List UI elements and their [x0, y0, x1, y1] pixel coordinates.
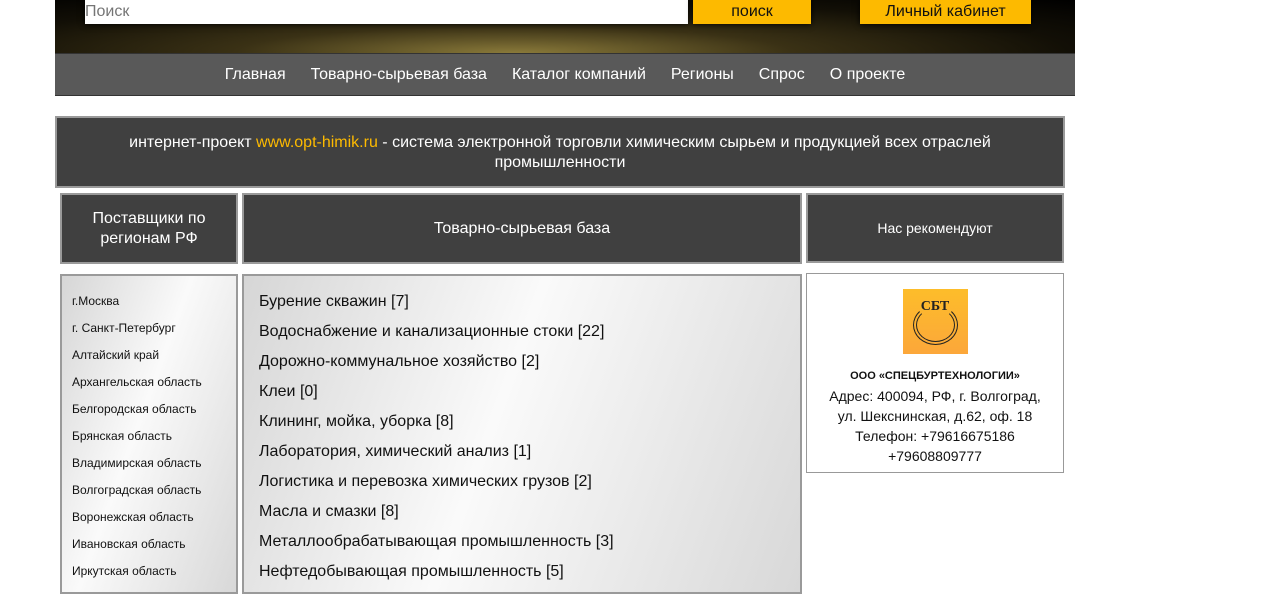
regions-header: Поставщики по регионам РФ — [60, 193, 238, 264]
region-item[interactable]: Брянская область — [62, 423, 236, 450]
company-phone-2: +79608809777 — [888, 448, 982, 464]
region-item[interactable]: Белгородская область — [62, 396, 236, 423]
company-phone-1: Телефон: +79616675186 — [855, 428, 1015, 444]
region-item[interactable]: Алтайский край — [62, 342, 236, 369]
category-item[interactable]: Клеи [0] — [244, 377, 800, 407]
company-logo[interactable]: СБТ — [902, 289, 968, 354]
search-button[interactable]: поиск — [693, 0, 811, 24]
region-item[interactable]: Воронежская область — [62, 504, 236, 531]
main-nav: Главная Товарно-сырьевая база Каталог ко… — [55, 53, 1075, 96]
nav-commodity-base[interactable]: Товарно-сырьевая база — [311, 66, 487, 84]
catalog-header: Товарно-сырьевая база — [242, 193, 802, 264]
company-address-1: Адрес: 400094, РФ, г. Волгоград, — [829, 388, 1041, 404]
category-item[interactable]: Водоснабжение и канализационные стоки [2… — [244, 317, 800, 347]
category-item[interactable]: Клининг, мойка, уборка [8] — [244, 407, 800, 437]
nav-regions[interactable]: Регионы — [671, 66, 734, 84]
nav-demand[interactable]: Спрос — [759, 66, 805, 84]
search-input[interactable] — [85, 0, 688, 24]
regions-list: г.Москва г. Санкт-Петербург Алтайский кр… — [60, 274, 238, 594]
region-item[interactable]: Архангельская область — [62, 369, 236, 396]
category-item[interactable]: Логистика и перевозка химических грузов … — [244, 467, 800, 497]
category-item[interactable]: Бурение скважин [7] — [244, 287, 800, 317]
company-name[interactable]: ООО «СПЕЦБУРТЕХНОЛОГИИ» — [807, 366, 1063, 386]
logo-text: СБТ — [920, 299, 950, 314]
nav-home[interactable]: Главная — [225, 66, 286, 84]
region-item[interactable]: Владимирская область — [62, 450, 236, 477]
recommend-card: СБТ ООО «СПЕЦБУРТЕХНОЛОГИИ» Адрес: 40009… — [806, 273, 1064, 473]
category-item[interactable]: Нефтедобывающая промышленность [5] — [244, 557, 800, 587]
company-address-2: ул. Шекснинская, д.62, оф. 18 — [837, 408, 1033, 424]
category-item[interactable]: Дорожно-коммунальное хозяйство [2] — [244, 347, 800, 377]
category-item[interactable]: Металлообрабатывающая промышленность [3] — [244, 527, 800, 557]
intro-prefix: интернет-проект — [129, 134, 257, 151]
category-item[interactable]: Лаборатория, химический анализ [1] — [244, 437, 800, 467]
intro-banner: интернет-проект www.opt-himik.ru - систе… — [55, 116, 1065, 188]
nav-about[interactable]: О проекте — [830, 66, 905, 84]
region-item[interactable]: г. Санкт-Петербург — [62, 315, 236, 342]
recommend-header: Нас рекомендуют — [806, 193, 1064, 263]
cabinet-button[interactable]: Личный кабинет — [860, 0, 1031, 24]
header-banner: поиск Личный кабинет — [55, 0, 1075, 53]
categories-list: Бурение скважин [7] Водоснабжение и кана… — [242, 274, 802, 594]
region-item[interactable]: Волгоградская область — [62, 477, 236, 504]
intro-suffix: - система электронной торговли химически… — [377, 134, 991, 171]
region-item[interactable]: Ивановская область — [62, 531, 236, 558]
category-item[interactable]: Масла и смазки [8] — [244, 497, 800, 527]
nav-company-catalog[interactable]: Каталог компаний — [512, 66, 646, 84]
site-link[interactable]: www.opt-himik.ru — [256, 134, 378, 151]
region-item[interactable]: г.Москва — [62, 288, 236, 315]
